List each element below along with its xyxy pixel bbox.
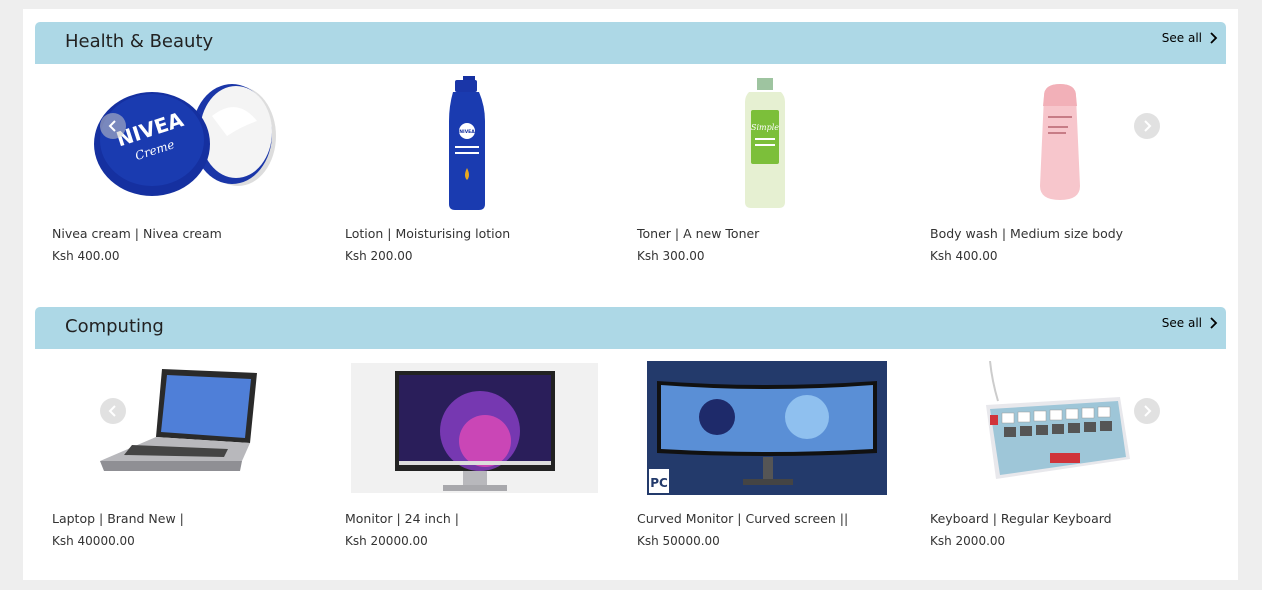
- toner-brand-text: Simple: [751, 123, 779, 132]
- product-image: Simple: [745, 78, 785, 208]
- product-name: Keyboard | Regular Keyboard: [930, 511, 1112, 526]
- carousel-prev-button[interactable]: [100, 113, 126, 139]
- chevron-left-icon: [108, 405, 116, 417]
- see-all-link[interactable]: See all: [1162, 316, 1218, 330]
- product-price: Ksh 2000.00: [930, 534, 1006, 548]
- product-image: PC: [647, 361, 887, 495]
- product-name: Toner | A new Toner: [637, 226, 760, 241]
- monitor-watermark-text: PC: [650, 476, 668, 490]
- product-image: [1040, 84, 1080, 200]
- section-title: Health & Beauty: [65, 31, 214, 52]
- product-name: Curved Monitor | Curved screen ||: [637, 511, 849, 526]
- product-price: Ksh 400.00: [52, 249, 120, 263]
- product-image: NIVEA: [449, 76, 485, 210]
- carousel-next-button[interactable]: [1134, 398, 1160, 424]
- product-image: [100, 369, 257, 471]
- product-image: [986, 361, 1130, 479]
- see-all-link[interactable]: See all: [1162, 31, 1218, 45]
- product-carousel: NIVEA Creme Nivea cream | Nivea cream Ks…: [35, 64, 1226, 304]
- carousel-prev-button[interactable]: [100, 398, 126, 424]
- product-card[interactable]: NIVEA Lotion | Moisturising lotion Ksh 2…: [345, 64, 635, 294]
- see-all-label: See all: [1161, 31, 1202, 45]
- product-price: Ksh 300.00: [637, 249, 705, 263]
- carousel-next-button[interactable]: [1134, 113, 1160, 139]
- product-image: [351, 363, 598, 493]
- product-price: Ksh 20000.00: [345, 534, 428, 548]
- product-name: Laptop | Brand New |: [52, 511, 184, 526]
- chevron-right-icon: [1210, 317, 1218, 329]
- lotion-brand-text: NIVEA: [459, 129, 475, 135]
- product-card[interactable]: Monitor | 24 inch | Ksh 20000.00: [345, 349, 635, 579]
- product-price: Ksh 200.00: [345, 249, 413, 263]
- product-price: Ksh 50000.00: [637, 534, 720, 548]
- section-computing: Computing See all Laptop | Brand New | K…: [35, 307, 1226, 589]
- section-header: Health & Beauty See all: [35, 22, 1226, 64]
- product-panel: Health & Beauty See all NIVEA Creme Nive: [23, 9, 1238, 580]
- product-name: Body wash | Medium size body: [930, 226, 1124, 241]
- see-all-label: See all: [1161, 316, 1202, 330]
- product-name: Monitor | 24 inch |: [345, 511, 459, 526]
- product-card[interactable]: Laptop | Brand New | Ksh 40000.00: [52, 349, 342, 579]
- product-carousel: Laptop | Brand New | Ksh 40000.00 Monito…: [35, 349, 1226, 589]
- product-image: NIVEA Creme: [94, 84, 276, 196]
- chevron-right-icon: [1144, 405, 1152, 417]
- product-card[interactable]: Body wash | Medium size body Ksh 400.00: [930, 64, 1220, 294]
- section-title: Computing: [65, 316, 164, 337]
- product-name: Lotion | Moisturising lotion: [345, 226, 511, 241]
- chevron-right-icon: [1144, 120, 1152, 132]
- product-card[interactable]: PC Curved Monitor | Curved screen || Ksh…: [637, 349, 927, 579]
- section-health-beauty: Health & Beauty See all NIVEA Creme Nive: [35, 22, 1226, 304]
- product-card[interactable]: Keyboard | Regular Keyboard Ksh 2000.00: [930, 349, 1220, 579]
- product-name: Nivea cream | Nivea cream: [52, 226, 222, 241]
- section-header: Computing See all: [35, 307, 1226, 349]
- product-card[interactable]: NIVEA Creme Nivea cream | Nivea cream Ks…: [52, 64, 342, 294]
- product-price: Ksh 400.00: [930, 249, 998, 263]
- chevron-left-icon: [108, 120, 116, 132]
- product-card[interactable]: Simple Toner | A new Toner Ksh 300.00: [637, 64, 927, 294]
- product-price: Ksh 40000.00: [52, 534, 135, 548]
- chevron-right-icon: [1210, 32, 1218, 44]
